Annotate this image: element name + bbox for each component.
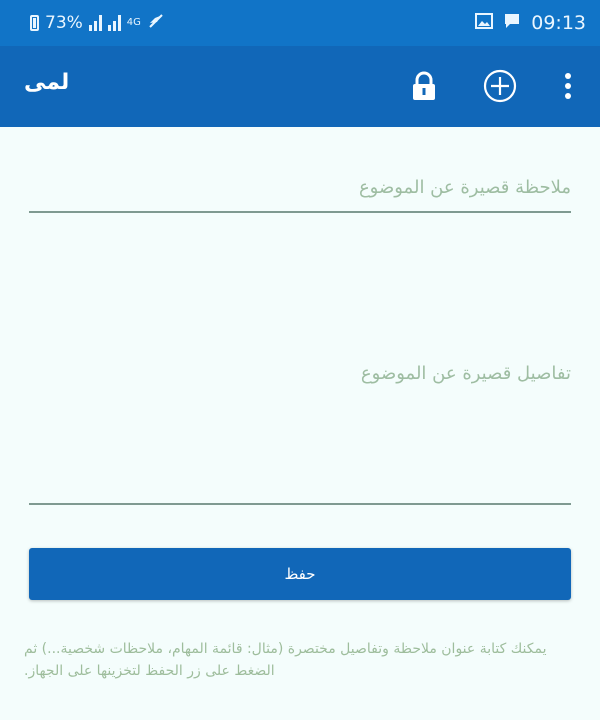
battery-percent: 73% — [45, 13, 83, 33]
network-type: 4G — [126, 17, 141, 28]
add-button[interactable] — [480, 66, 520, 106]
app-toolbar: لمى — [0, 46, 600, 127]
note-body-input[interactable] — [29, 357, 571, 505]
signal-icon — [88, 15, 102, 31]
status-bar-right: 09:13 — [475, 12, 586, 35]
status-bar: 73% 4G 09:13 — [0, 0, 600, 46]
battery-icon — [30, 15, 39, 31]
toolbar-title: لمى — [24, 70, 70, 95]
note-form: حفظ يمكنك كتابة عنوان ملاحظة وتفاصيل مخت… — [0, 127, 600, 720]
mute-icon — [147, 12, 165, 35]
hint-text: يمكنك كتابة عنوان ملاحظة وتفاصيل مختصرة … — [24, 641, 547, 679]
image-notification-icon — [475, 12, 494, 34]
more-vert-icon — [565, 73, 571, 99]
overflow-menu-button[interactable] — [548, 66, 588, 106]
status-time: 09:13 — [531, 12, 586, 34]
message-notification-icon — [503, 12, 521, 35]
signal-icon-2 — [107, 15, 121, 31]
save-button[interactable]: حفظ — [29, 548, 571, 600]
lock-icon — [413, 71, 435, 100]
add-circle-icon — [483, 69, 517, 103]
lock-button[interactable] — [404, 66, 444, 106]
note-title-input[interactable] — [29, 169, 571, 213]
status-bar-left: 73% 4G — [30, 12, 165, 35]
